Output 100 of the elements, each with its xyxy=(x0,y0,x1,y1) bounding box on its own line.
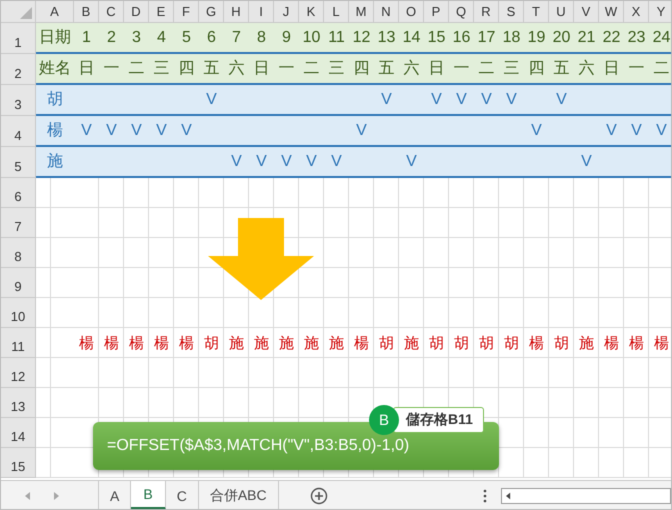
table-cell-text: 胡 xyxy=(478,334,495,354)
table-cell: 五 xyxy=(199,54,224,85)
table-cell-text: 楊 xyxy=(353,334,370,354)
row-header[interactable]: 14 xyxy=(1,418,36,448)
table-cell: V xyxy=(249,147,274,178)
table-cell: V xyxy=(374,85,399,116)
row-header[interactable]: 12 xyxy=(1,358,36,388)
table-cell-text: 施 xyxy=(403,334,420,354)
previous-sheet-icon[interactable] xyxy=(25,492,31,500)
table-cell: 二 xyxy=(474,54,499,85)
add-sheet-icon[interactable] xyxy=(310,486,328,504)
column-header[interactable]: W xyxy=(599,1,624,23)
column-header[interactable]: F xyxy=(174,1,199,23)
table-cell: V xyxy=(449,85,474,116)
table-cell-text: 胡 xyxy=(428,334,445,354)
table-cell-text: 施 xyxy=(578,334,595,354)
table-cell: 四 xyxy=(174,54,199,85)
table-cell: 5 xyxy=(174,23,199,54)
column-header[interactable]: X xyxy=(624,1,649,23)
select-all-corner[interactable] xyxy=(1,1,36,23)
column-header[interactable]: S xyxy=(499,1,524,23)
table-cell: 18 xyxy=(499,23,524,54)
table-cell: 日 xyxy=(249,54,274,85)
table-cell: 日 xyxy=(74,54,99,85)
row-header[interactable]: 7 xyxy=(1,208,36,238)
table-cell-text: 施 xyxy=(228,334,245,354)
table-cell: V xyxy=(124,116,149,147)
table-cell: 六 xyxy=(574,54,599,85)
next-sheet-icon[interactable] xyxy=(53,492,59,500)
table-cell: V xyxy=(399,147,424,178)
sheet-tab[interactable]: 合併ABC xyxy=(198,481,279,509)
column-header[interactable]: B xyxy=(74,1,99,23)
row-header[interactable]: 10 xyxy=(1,298,36,328)
row-header[interactable]: 2 xyxy=(1,54,36,85)
row-header[interactable]: 5 xyxy=(1,147,36,178)
table-cell: 一 xyxy=(99,54,124,85)
cell-reference-text: 儲存格B11 xyxy=(393,407,484,433)
column-header[interactable]: D xyxy=(124,1,149,23)
column-header[interactable]: A xyxy=(36,1,74,23)
column-header[interactable]: N xyxy=(374,1,399,23)
table-cell: 三 xyxy=(149,54,174,85)
table-cell: 10 xyxy=(299,23,324,54)
column-header[interactable]: E xyxy=(149,1,174,23)
table-cell-text: 胡 xyxy=(503,334,520,354)
more-options-icon[interactable] xyxy=(482,488,487,502)
table-cell: V xyxy=(299,147,324,178)
table-cell-text: 胡 xyxy=(378,334,395,354)
table-cell: 6 xyxy=(199,23,224,54)
table-cell-text: 胡 xyxy=(453,334,470,354)
table-cell: 23 xyxy=(624,23,649,54)
column-header[interactable]: C xyxy=(99,1,124,23)
sheet-tab[interactable]: B xyxy=(131,481,166,509)
table-cell: 二 xyxy=(124,54,149,85)
down-arrow-icon xyxy=(208,218,314,300)
table-cell xyxy=(649,147,671,178)
row-header[interactable]: 4 xyxy=(1,116,36,147)
column-header[interactable]: T xyxy=(524,1,549,23)
table-cell: V xyxy=(649,116,671,147)
column-header[interactable]: V xyxy=(574,1,599,23)
table-cell: 19 xyxy=(524,23,549,54)
row-header[interactable]: 3 xyxy=(1,85,36,116)
table-cell-text: 胡 xyxy=(203,334,220,354)
row-header[interactable]: 9 xyxy=(1,268,36,298)
column-header[interactable]: O xyxy=(399,1,424,23)
table-cell: V xyxy=(424,85,449,116)
table-cell: V xyxy=(199,85,224,116)
horizontal-scrollbar[interactable] xyxy=(500,488,671,504)
row-header[interactable]: 8 xyxy=(1,238,36,268)
row-header[interactable]: 13 xyxy=(1,388,36,418)
column-header[interactable]: R xyxy=(474,1,499,23)
row-header[interactable]: 11 xyxy=(1,328,36,358)
column-header[interactable]: J xyxy=(274,1,299,23)
column-header[interactable]: H xyxy=(224,1,249,23)
table-cell xyxy=(649,85,671,116)
table-cell-text: 楊 xyxy=(178,334,195,354)
table-cell: 五 xyxy=(374,54,399,85)
table-cell: 13 xyxy=(374,23,399,54)
sheet-tab[interactable]: C xyxy=(166,481,199,509)
column-header[interactable]: I xyxy=(249,1,274,23)
column-header[interactable]: Y xyxy=(649,1,671,23)
table-cell: V xyxy=(99,116,124,147)
column-header[interactable]: P xyxy=(424,1,449,23)
column-header[interactable]: K xyxy=(299,1,324,23)
column-header[interactable]: Q xyxy=(449,1,474,23)
table-cell: 17 xyxy=(474,23,499,54)
column-header[interactable]: L xyxy=(324,1,349,23)
row-header[interactable]: 1 xyxy=(1,23,36,54)
row-header[interactable]: 6 xyxy=(1,178,36,208)
column-header[interactable]: M xyxy=(349,1,374,23)
table-cell: 一 xyxy=(624,54,649,85)
column-header[interactable]: U xyxy=(549,1,574,23)
triangle-icon[interactable] xyxy=(20,7,32,19)
row-header[interactable]: 15 xyxy=(1,448,36,478)
table-cell: 一 xyxy=(274,54,299,85)
table-cell-text: 施 xyxy=(328,334,345,354)
table-cell: 四 xyxy=(349,54,374,85)
scroll-left-icon[interactable] xyxy=(506,492,511,500)
table-cell: V xyxy=(474,85,499,116)
table-cell: V xyxy=(349,116,374,147)
column-header[interactable]: G xyxy=(199,1,224,23)
